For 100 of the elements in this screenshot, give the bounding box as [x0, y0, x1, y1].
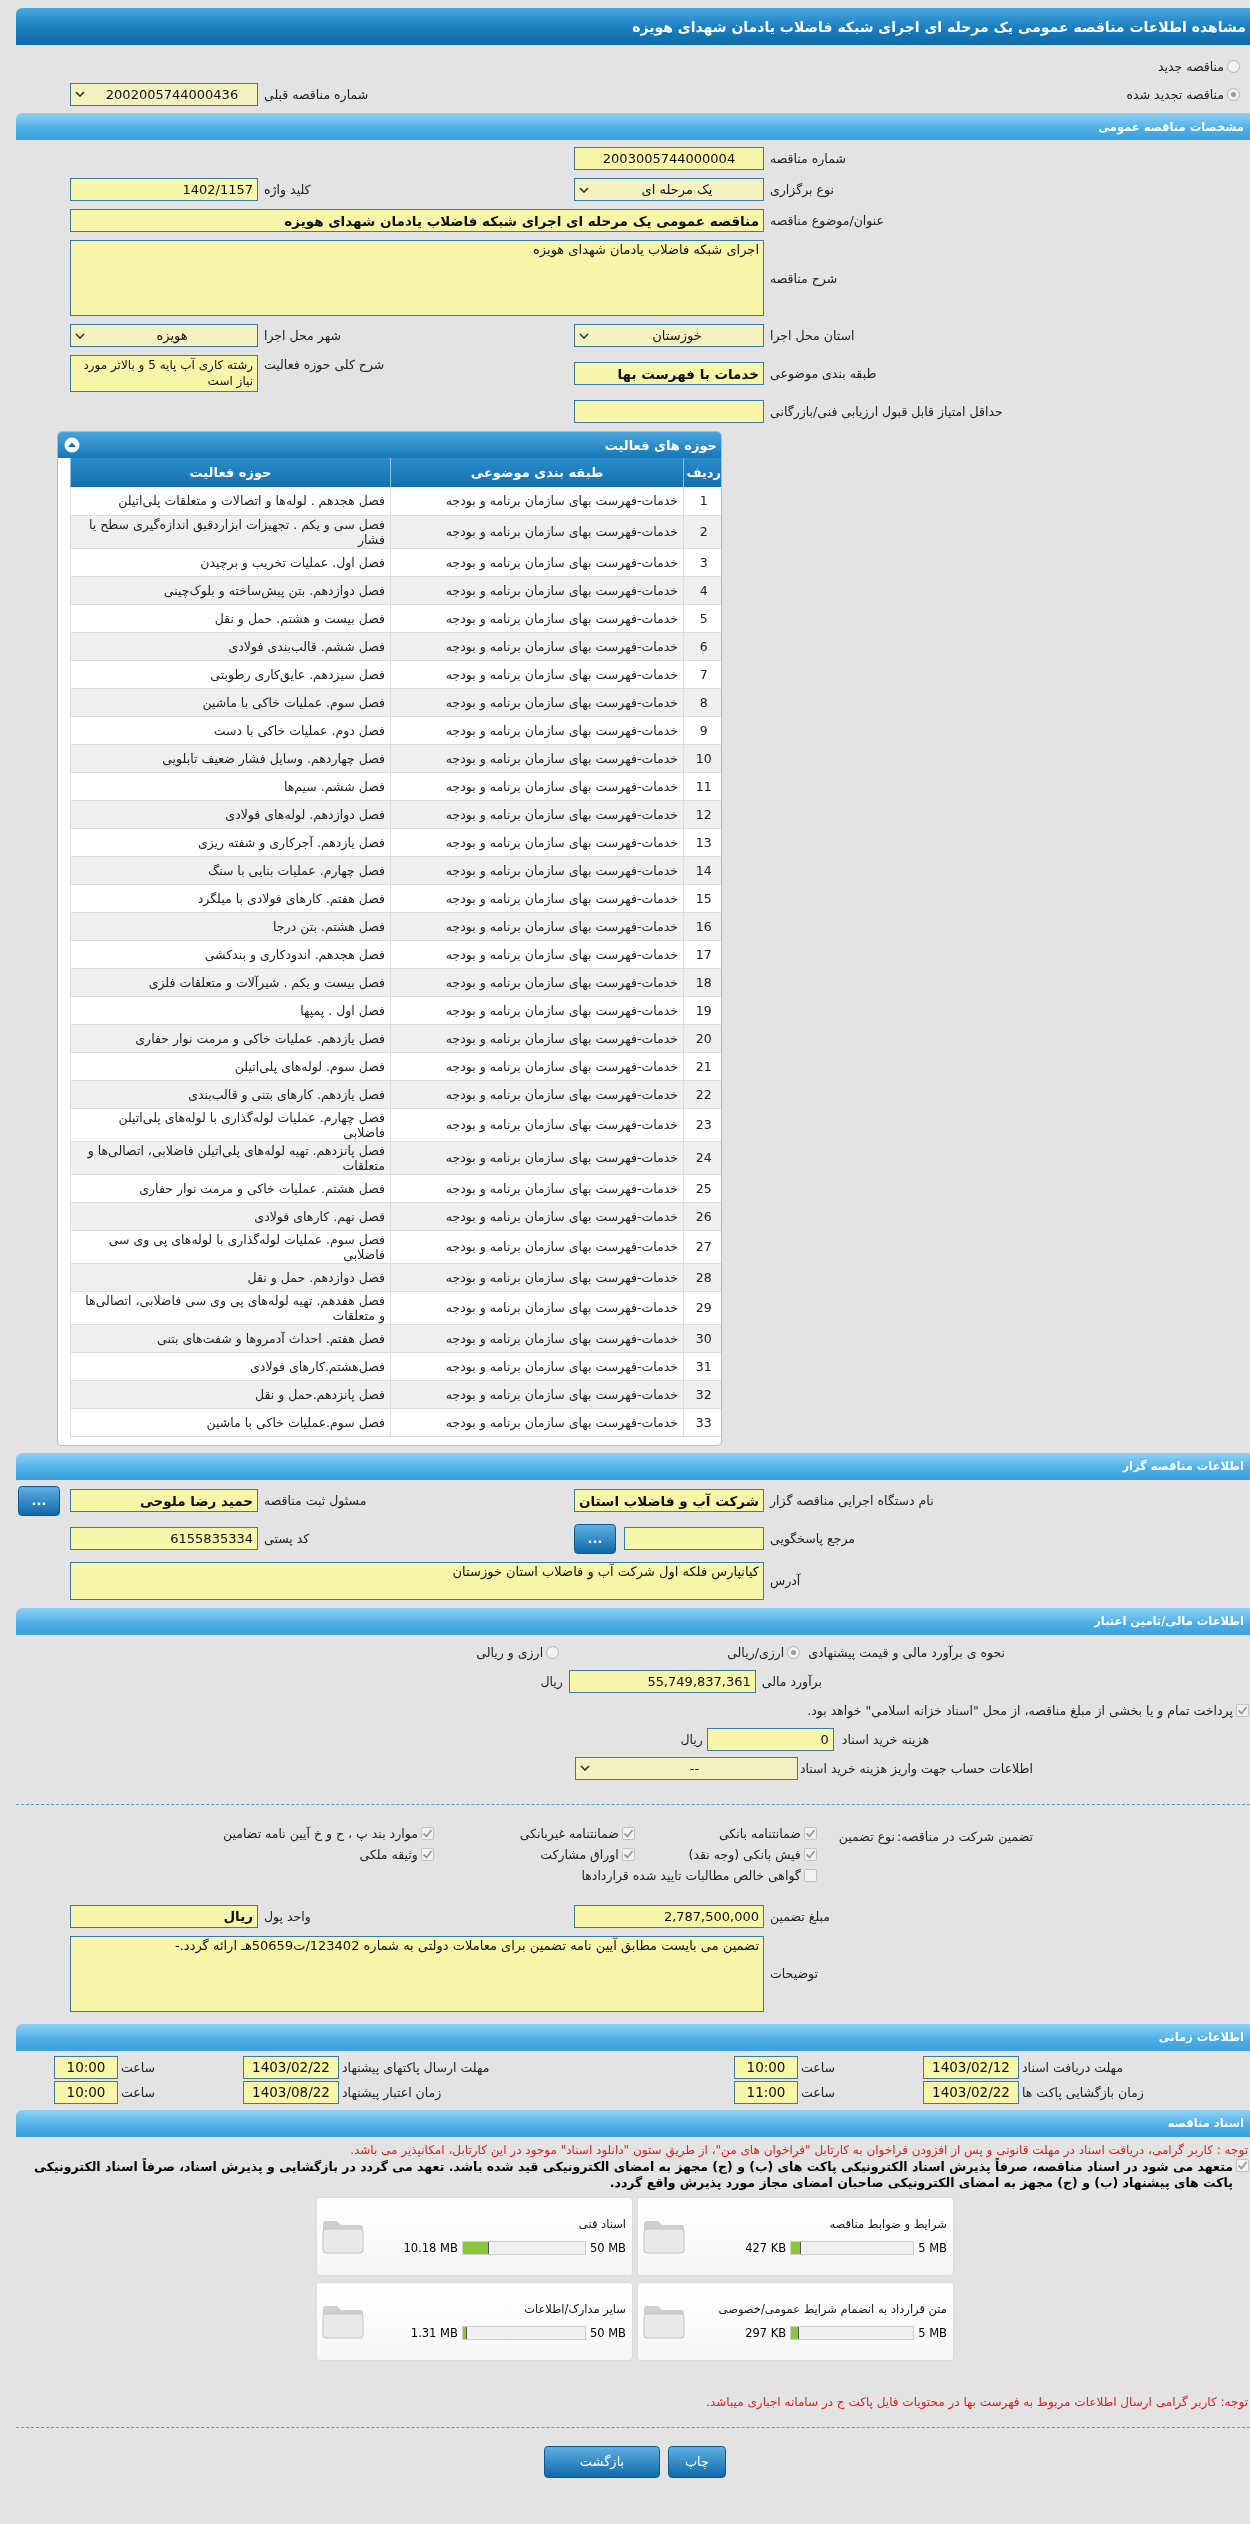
dropdown[interactable]: 2002005744000436 [70, 82, 258, 106]
more-button[interactable]: ... [18, 1485, 60, 1516]
folder-icon [642, 2218, 686, 2254]
file-title: سایر مدارک/اطلاعات [524, 2302, 626, 2316]
text-field[interactable]: 1403/08/22 [243, 2080, 339, 2104]
text-area[interactable]: اجرای شبکه فاضلاب یادمان شهدای هویزه [70, 240, 764, 316]
text-field[interactable]: مناقصه عمومی یک مرحله ای اجرای شبکه فاضلاب یادمان شهدای هویزه [70, 209, 764, 232]
size-label: 10.18 MB [403, 2241, 458, 2255]
dropdown[interactable]: -- [574, 1756, 798, 1780]
checkbox[interactable] [621, 1847, 635, 1861]
field-label: تضمین شرکت در مناقصه: [897, 1827, 1033, 1847]
caret-icon [75, 332, 85, 339]
folder-icon [321, 2218, 365, 2254]
table-cell: 15 [683, 884, 721, 912]
field-label: طبقه بندی موضوعی [769, 366, 878, 381]
size-label: 1.31 MB [410, 2326, 458, 2340]
tick-icon [622, 1827, 634, 1839]
table-cell: خدمات-فهرست بهای سازمان برنامه و بودجه [390, 548, 684, 576]
text-field[interactable]: 6155835334 [70, 1527, 258, 1550]
text-field[interactable]: 10:00 [54, 2080, 118, 2104]
field-label: مسئول ثبت مناقصه [263, 1493, 368, 1508]
tick-icon [421, 1827, 433, 1839]
column-header[interactable]: ردیف [683, 458, 721, 487]
table-cell: فصل نهم. کارهای فولادی [70, 1202, 391, 1230]
limit-label: 5 MB [918, 2241, 947, 2255]
limit-label: 50 MB [589, 2326, 626, 2340]
text-field[interactable]: 11:00 [734, 2080, 798, 2104]
table-cell: خدمات-فهرست بهای سازمان برنامه و بودجه [390, 1024, 684, 1052]
notice-text: توجه : کاربر گرامی، دریافت اسناد در مهلت قانونی و پس از افزودن فراخوان به کارتابل "فراخوان های من"، از طریق ستون "دانلود اسناد" موجود در این کارتابل، امکانپذیر می باشد. [349, 2142, 1249, 2157]
text-field[interactable]: ریال [70, 1904, 258, 1928]
dropdown[interactable]: خوزستان [574, 324, 764, 347]
field-label: اطلاعات حساب جهت واریز هزینه خرید اسناد [799, 1760, 1033, 1776]
option-label: مناقصه جدید [1157, 58, 1224, 74]
checkbox[interactable] [420, 1847, 434, 1861]
text-field[interactable]: حمید رضا ملوحی [70, 1489, 258, 1512]
radio-button[interactable] [787, 1645, 801, 1659]
table-cell: 12 [683, 800, 721, 828]
checkbox[interactable] [621, 1826, 635, 1840]
field-label: کد پستی [263, 1531, 311, 1546]
action-button[interactable]: چاپ [668, 2445, 726, 2478]
field-label: شرح مناقصه [769, 270, 839, 286]
field-label: مبلغ تضمین [769, 1908, 832, 1924]
dropdown[interactable]: هویزه [70, 324, 258, 347]
text-field[interactable] [574, 400, 764, 423]
checkbox[interactable] [803, 1826, 817, 1840]
table-cell: فصل هشتم. بتن درجا [70, 912, 391, 940]
table-cell: 11 [683, 772, 721, 800]
text-field[interactable]: 1403/02/22 [923, 2080, 1019, 2104]
text-field[interactable]: 2003005744000004 [574, 147, 764, 170]
field-label: زمان بازگشایی پاکت ها [1021, 2084, 1145, 2100]
table-cell: 17 [683, 940, 721, 968]
text-field[interactable]: 55,749,837,361 [568, 1669, 756, 1693]
collapse-icon[interactable] [64, 437, 80, 453]
table-cell: فصل پانزدهم. تهیه لوله‌های پلی‌اتیلن فاضلابی، اتصالی‌ها و متعلقات [70, 1141, 391, 1174]
column-header[interactable]: طبقه بندی موضوعی [390, 458, 684, 487]
table-cell: فصل سوم.عملیات خاکی با ماشین [70, 1408, 391, 1436]
table-cell: فصل اول . پمپها [70, 996, 391, 1024]
table-cell: فصل سیزدهم. عایق‌کاری رطوبتی [70, 660, 391, 688]
table-cell: خدمات-فهرست بهای سازمان برنامه و بودجه [390, 1263, 684, 1291]
text-field[interactable]: 2,787,500,000 [574, 1904, 764, 1928]
text-field[interactable] [624, 1527, 764, 1550]
checkbox[interactable] [803, 1847, 817, 1861]
table-cell: خدمات-فهرست بهای سازمان برنامه و بودجه [390, 1108, 684, 1141]
radio-button[interactable] [1227, 87, 1240, 101]
field-label: استان محل اجرا [769, 328, 856, 343]
text-area[interactable]: تضمین می بایست مطابق آیین نامه تضمین برای معاملات دولتی به شماره 123402/ت50659هـ ارائه گردد.- [70, 1935, 764, 2012]
table-cell: 7 [683, 660, 721, 688]
tick-icon [1237, 1704, 1248, 1716]
page-title: مشاهده اطلاعات مناقصه عمومی یک مرحله ای اجرای شبکه فاضلاب یادمان شهدای هویزه [16, 8, 1250, 45]
table-cell: فصل سوم. عملیات خاکی با ماشین [70, 688, 391, 716]
table-cell: فصل دوازدهم. لوله‌های فولادی [70, 800, 391, 828]
column-header[interactable]: حوزه فعالیت [70, 458, 391, 487]
checkbox[interactable] [420, 1826, 434, 1840]
dropdown[interactable]: یک مرحله ای [574, 178, 764, 201]
more-button[interactable]: ... [574, 1523, 616, 1554]
radio-button[interactable] [546, 1645, 560, 1659]
checkbox[interactable] [1236, 1703, 1249, 1717]
text-field[interactable]: شرکت آب و فاضلاب استان [574, 1489, 764, 1512]
text-field[interactable]: 1403/02/12 [923, 2055, 1019, 2079]
table-cell: 31 [683, 1352, 721, 1380]
text-field[interactable]: 1402/1157 [70, 178, 258, 201]
action-button[interactable]: بازگشت [544, 2445, 660, 2478]
checkbox[interactable] [803, 1868, 817, 1882]
table-cell: فصل دوازدهم. حمل و نقل [70, 1263, 391, 1291]
table-cell: 26 [683, 1202, 721, 1230]
table-cell: خدمات-فهرست بهای سازمان برنامه و بودجه [390, 688, 684, 716]
section-header: اطلاعات زمانی [16, 2023, 1250, 2051]
text-field[interactable]: 0 [706, 1727, 834, 1751]
text-field[interactable]: 1403/02/22 [243, 2055, 339, 2079]
checkbox[interactable] [1236, 2158, 1249, 2172]
table-cell: 27 [683, 1230, 721, 1263]
text-field[interactable]: خدمات با فهرست بها [574, 362, 764, 385]
text-area[interactable]: کیانپارس فلکه اول شرکت آب و فاضلاب استان خوزستان [70, 1561, 764, 1600]
notice-text: توجه: کاربر گرامی ارسال اطلاعات مربوط به فهرست بها در محتویات فایل پاکت ج در سامانه اجباری میباشد. [705, 2394, 1249, 2409]
field-label: زمان اعتبار پیشنهاد [341, 2084, 443, 2100]
text-field[interactable]: 10:00 [734, 2055, 798, 2079]
radio-button[interactable] [1227, 59, 1240, 73]
text-field[interactable]: 10:00 [54, 2055, 118, 2079]
text-area[interactable]: رشته کاری آب پایه 5 و بالاتر مورد نیاز است [70, 355, 258, 392]
table-cell: فصل دوازدهم. بتن پیش‌ساخته و بلوک‌چینی [70, 576, 391, 604]
